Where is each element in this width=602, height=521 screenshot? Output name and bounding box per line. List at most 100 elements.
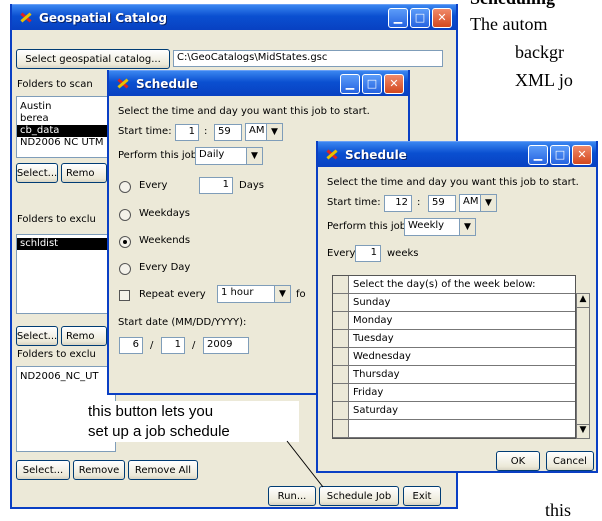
perform-job-select[interactable]: Weekly ▼ xyxy=(404,218,476,236)
ampm-select[interactable]: AM ▼ xyxy=(459,194,497,212)
start-date-label: Start date (MM/DD/YYYY): xyxy=(118,317,247,328)
bg-doc-line4: XML jo xyxy=(515,70,573,90)
day-grid-scrollbar[interactable]: ▲ ▼ xyxy=(576,293,590,439)
day-row[interactable]: Friday xyxy=(333,384,575,402)
year-field[interactable]: 2009 xyxy=(203,337,249,354)
instruction-text: Select the time and day you want this jo… xyxy=(118,106,370,117)
app-icon xyxy=(324,147,340,163)
remove-button-3[interactable]: Remove xyxy=(73,460,125,480)
hour-field[interactable]: 1 xyxy=(175,124,199,141)
day-field[interactable]: 1 xyxy=(161,337,185,354)
perform-job-select[interactable]: Daily ▼ xyxy=(195,147,263,165)
chevron-down-icon[interactable]: ▼ xyxy=(480,195,496,211)
day-row[interactable]: Wednesday xyxy=(333,348,575,366)
chevron-down-icon[interactable]: ▼ xyxy=(266,124,282,140)
schedule-window-weekly: Schedule ▁ □ ✕ Select the time and day y… xyxy=(316,141,598,473)
schedule-job-button[interactable]: Schedule Job xyxy=(319,486,399,506)
every-label: Every xyxy=(327,248,356,259)
day-row[interactable]: Monday xyxy=(333,312,575,330)
remove-exclude-folder-button[interactable]: Remo xyxy=(61,326,107,346)
maximize-button[interactable]: □ xyxy=(362,73,382,94)
hour-field[interactable]: 12 xyxy=(384,195,412,212)
run-button[interactable]: Run... xyxy=(268,486,316,506)
select-button-3[interactable]: Select... xyxy=(16,460,70,480)
minimize-button[interactable]: ▁ xyxy=(388,7,408,28)
scroll-down-icon[interactable]: ▼ xyxy=(577,424,589,438)
day-row[interactable]: Tuesday xyxy=(333,330,575,348)
titlebar[interactable]: Schedule ▁ □ ✕ xyxy=(109,70,408,96)
repeat-interval-select[interactable]: 1 hour ▼ xyxy=(217,285,291,303)
row-selector[interactable] xyxy=(333,366,349,383)
days-label: Days xyxy=(239,180,264,191)
date-slash-2: / xyxy=(192,340,196,351)
folders-to-scan-list[interactable]: Austin berea cb_data ND2006 NC UTM xyxy=(16,96,116,158)
perform-job-label: Perform this job: xyxy=(118,150,201,161)
day-row[interactable]: Sunday xyxy=(333,294,575,312)
repeat-interval-value: 1 hour xyxy=(221,287,254,298)
minute-field[interactable]: 59 xyxy=(214,124,242,141)
select-scan-folder-button[interactable]: Select... xyxy=(16,163,58,183)
maximize-button[interactable]: □ xyxy=(410,7,430,28)
every-day-radio[interactable] xyxy=(119,263,131,275)
day-of-week-grid[interactable]: Select the day(s) of the week below: Sun… xyxy=(332,275,576,439)
titlebar[interactable]: Geospatial Catalog ▁ □ ✕ xyxy=(12,4,456,30)
every-weeks-field[interactable]: 1 xyxy=(355,245,381,262)
ok-button[interactable]: OK xyxy=(496,451,540,471)
bg-doc-line2: The autom xyxy=(470,14,548,34)
row-selector[interactable] xyxy=(333,402,349,419)
folders-to-exclude-list[interactable]: schldist xyxy=(16,234,116,314)
weekdays-label: Weekdays xyxy=(139,208,191,219)
callout-text-2: set up a job schedule xyxy=(84,421,299,442)
row-selector[interactable] xyxy=(333,420,349,437)
remove-all-button[interactable]: Remove All xyxy=(128,460,198,480)
row-selector[interactable] xyxy=(333,330,349,347)
close-button[interactable]: ✕ xyxy=(432,7,452,28)
day-label: Thursday xyxy=(353,369,400,380)
maximize-button[interactable]: □ xyxy=(550,144,570,165)
exit-button[interactable]: Exit xyxy=(403,486,441,506)
window-title: Schedule xyxy=(136,76,198,91)
chevron-down-icon[interactable]: ▼ xyxy=(459,219,475,235)
minute-field[interactable]: 59 xyxy=(428,195,456,212)
chevron-down-icon[interactable]: ▼ xyxy=(246,148,262,164)
repeat-checkbox[interactable] xyxy=(119,290,130,301)
grid-header-row: Select the day(s) of the week below: xyxy=(333,276,575,294)
day-row[interactable]: Saturday xyxy=(333,402,575,420)
list-item[interactable]: cb_data xyxy=(17,125,115,137)
list-item[interactable]: schldist xyxy=(17,238,115,250)
folders-to-exclude-label-2: Folders to exclu xyxy=(17,349,96,360)
row-selector[interactable] xyxy=(333,348,349,365)
cancel-button[interactable]: Cancel xyxy=(546,451,594,471)
row-selector[interactable] xyxy=(333,294,349,311)
perform-job-label: Perform this job: xyxy=(327,221,410,232)
date-slash-1: / xyxy=(150,340,154,351)
day-row[interactable]: Thursday xyxy=(333,366,575,384)
remove-scan-folder-button[interactable]: Remo xyxy=(61,163,107,183)
weekends-radio[interactable] xyxy=(119,236,131,248)
close-button[interactable]: ✕ xyxy=(384,73,404,94)
time-colon: : xyxy=(204,126,208,137)
list-item[interactable]: ND2006_NC_UT xyxy=(17,371,115,383)
row-selector[interactable] xyxy=(333,384,349,401)
chevron-down-icon[interactable]: ▼ xyxy=(274,286,290,302)
close-button[interactable]: ✕ xyxy=(572,144,592,165)
select-catalog-button[interactable]: Select geospatial catalog... xyxy=(16,49,170,69)
month-field[interactable]: 6 xyxy=(119,337,143,354)
row-selector[interactable] xyxy=(333,312,349,329)
titlebar[interactable]: Schedule ▁ □ ✕ xyxy=(318,141,596,167)
scroll-up-icon[interactable]: ▲ xyxy=(577,294,589,308)
every-n-days-radio[interactable] xyxy=(119,181,131,193)
list-item[interactable]: ND2006 NC UTM xyxy=(17,137,115,149)
ampm-select[interactable]: AM ▼ xyxy=(245,123,283,141)
minimize-button[interactable]: ▁ xyxy=(340,73,360,94)
catalog-path-field[interactable]: C:\GeoCatalogs\MidStates.gsc xyxy=(173,50,443,67)
minimize-button[interactable]: ▁ xyxy=(528,144,548,165)
grid-header-corner xyxy=(333,276,349,293)
list-item[interactable]: berea xyxy=(17,113,115,125)
select-exclude-folder-button[interactable]: Select... xyxy=(16,326,58,346)
list-item[interactable]: Austin xyxy=(17,101,115,113)
weekdays-radio[interactable] xyxy=(119,209,131,221)
day-row-empty[interactable] xyxy=(333,420,575,438)
repeat-label: Repeat every xyxy=(139,289,206,300)
every-days-field[interactable]: 1 xyxy=(199,177,233,194)
